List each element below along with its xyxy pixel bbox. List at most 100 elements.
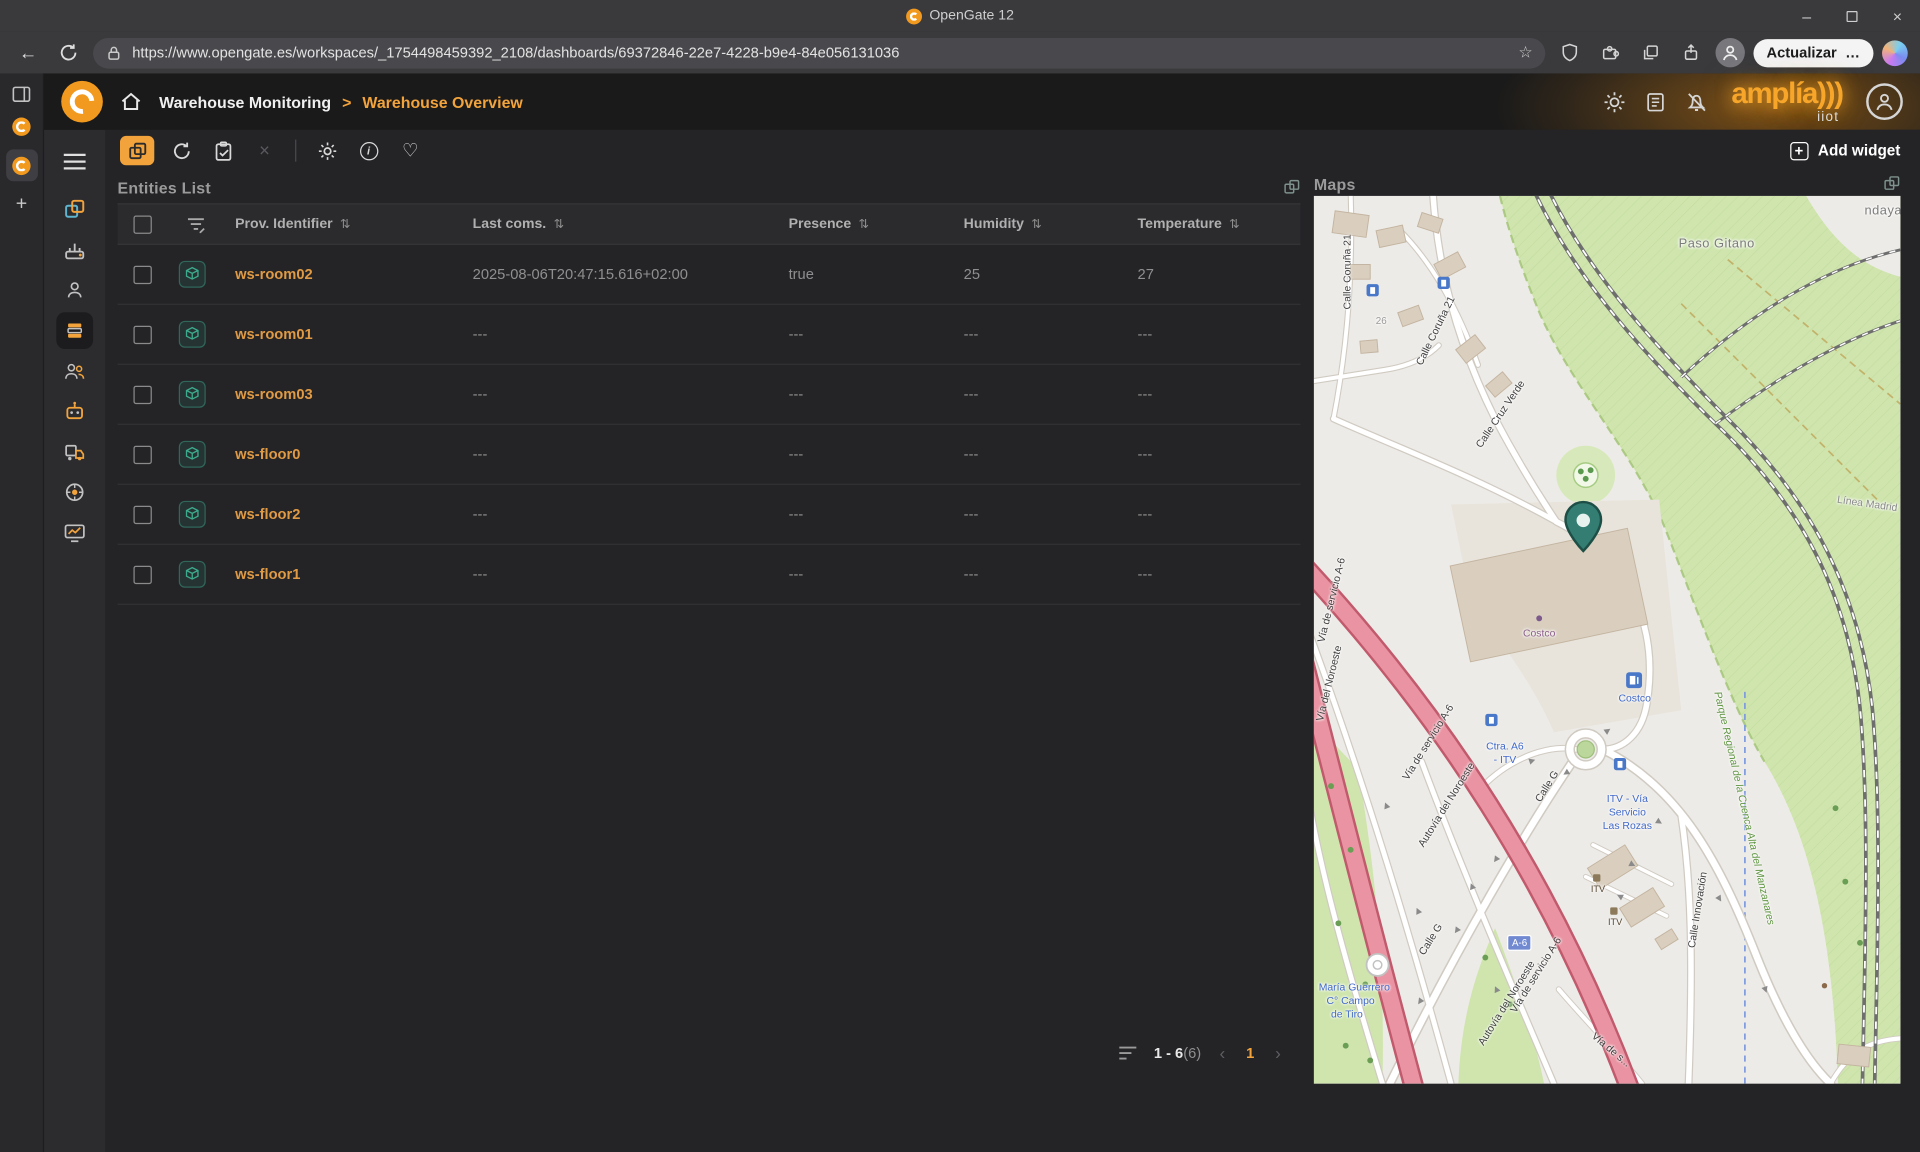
info-icon: i <box>359 141 378 160</box>
favorite-star-icon[interactable]: ☆ <box>1518 43 1532 63</box>
browser-titlebar: OpenGate 12 – × <box>0 0 1920 32</box>
table-row[interactable]: ws-room01 --- --- --- --- <box>117 305 1301 365</box>
sort-icon[interactable]: ⇅ <box>1229 217 1239 230</box>
cell-presence: --- <box>788 325 804 343</box>
person-icon <box>1722 45 1737 61</box>
save-dashboard-button[interactable] <box>208 136 237 165</box>
news-document-icon[interactable] <box>1644 90 1666 113</box>
user-avatar[interactable] <box>1866 83 1903 120</box>
url-text[interactable]: https://www.opengate.es/workspaces/_1754… <box>132 44 1508 61</box>
sort-icon[interactable]: ⇅ <box>1031 217 1041 230</box>
sort-icon[interactable]: ⇅ <box>859 217 869 230</box>
entity-name-link[interactable]: ws-room02 <box>225 266 463 283</box>
reload-button[interactable] <box>53 37 85 69</box>
map-canvas[interactable]: Paso Gitano ndaya Calle Coruña 21 Calle Cor… <box>1313 195 1901 1084</box>
add-widget-button[interactable]: + Add widget <box>1789 141 1900 160</box>
dashboard-toolbar: × i ♡ + Add widget <box>105 130 1920 172</box>
cell-presence: true <box>788 265 814 283</box>
security-shield-icon[interactable] <box>1553 37 1585 69</box>
row-checkbox[interactable] <box>133 445 152 464</box>
display-settings-icon[interactable] <box>1603 90 1626 113</box>
table-row[interactable]: ws-floor2 --- --- --- --- <box>117 485 1301 545</box>
browser-window: OpenGate 12 – × ← https://www.opengate.e… <box>0 0 1920 1152</box>
menu-ellipsis-icon[interactable]: … <box>1845 44 1860 61</box>
sidebar-item-dashboards[interactable] <box>44 189 105 229</box>
amplia-iiot-text: iiot <box>1817 109 1840 125</box>
close-button[interactable]: × <box>1875 0 1920 32</box>
widget-handle-icon[interactable] <box>1283 179 1300 196</box>
sidebar-item-entities[interactable] <box>44 310 105 350</box>
maximize-button[interactable] <box>1829 0 1874 32</box>
table-row[interactable]: ws-room02 2025-08-06T20:47:15.616+02:00 … <box>117 245 1301 305</box>
table-row[interactable]: ws-floor1 --- --- --- --- <box>117 545 1301 605</box>
row-checkbox[interactable] <box>133 505 152 524</box>
sidebar-item-devices[interactable] <box>44 229 105 269</box>
sidebar-item-assets[interactable] <box>44 431 105 471</box>
dashboard-view-button[interactable] <box>120 135 155 166</box>
amplia-logo-text: amplía))) <box>1731 76 1844 110</box>
breadcrumb-workspace[interactable]: Warehouse Monitoring <box>159 92 331 110</box>
current-page[interactable]: 1 <box>1244 1044 1257 1061</box>
entity-icon <box>178 320 206 348</box>
boards-icon <box>128 142 146 159</box>
collections-icon[interactable] <box>1634 37 1666 69</box>
active-tab[interactable] <box>5 149 38 182</box>
rows-list-icon[interactable] <box>1119 1046 1138 1061</box>
site-info-lock-icon[interactable] <box>105 43 122 61</box>
sidebar-item-operations[interactable] <box>44 471 105 511</box>
dashboard-settings-button[interactable] <box>312 136 341 165</box>
notifications-off-bell-icon[interactable] <box>1685 90 1708 113</box>
column-temperature[interactable]: Temperature <box>1138 217 1222 232</box>
sidebar-item-users[interactable] <box>44 269 105 309</box>
browser-update-button[interactable]: Actualizar … <box>1753 38 1874 67</box>
entity-name-link[interactable]: ws-floor1 <box>225 566 463 583</box>
copilot-icon[interactable] <box>1882 39 1908 66</box>
select-all-checkbox[interactable] <box>133 214 152 234</box>
refresh-dashboard-button[interactable] <box>167 136 196 165</box>
browser-profile-avatar[interactable] <box>1715 37 1745 68</box>
menu-hamburger-icon[interactable] <box>44 141 105 181</box>
entity-name-link[interactable]: ws-floor0 <box>225 446 463 463</box>
home-icon[interactable] <box>119 89 143 113</box>
cell-humidity: --- <box>963 385 979 403</box>
next-page-icon[interactable]: › <box>1273 1043 1284 1063</box>
cell-humidity: --- <box>963 565 979 583</box>
widget-title: Maps <box>1313 174 1356 193</box>
sort-icon[interactable]: ⇅ <box>340 217 350 230</box>
extensions-puzzle-icon[interactable] <box>1594 37 1626 69</box>
sidebar-item-groups[interactable] <box>44 350 105 390</box>
row-checkbox[interactable] <box>133 385 152 404</box>
tab-favicon[interactable] <box>12 117 31 136</box>
minimize-button[interactable]: – <box>1784 0 1829 32</box>
row-checkbox[interactable] <box>133 325 152 344</box>
address-bar[interactable]: https://www.opengate.es/workspaces/_1754… <box>93 37 1545 68</box>
sort-icon[interactable]: ⇅ <box>554 217 564 230</box>
favorite-dashboard-button[interactable]: ♡ <box>396 136 425 165</box>
breadcrumb-dashboard[interactable]: Warehouse Overview <box>362 92 522 110</box>
side-panel-icon[interactable] <box>11 84 32 104</box>
entity-name-link[interactable]: ws-floor2 <box>225 506 463 523</box>
new-tab-button[interactable]: + <box>16 194 27 215</box>
share-icon[interactable] <box>1675 37 1707 69</box>
prev-page-icon[interactable]: ‹ <box>1217 1043 1228 1063</box>
widget-handle-icon[interactable] <box>1883 175 1900 192</box>
entity-name-link[interactable]: ws-room03 <box>225 386 463 403</box>
column-humidity[interactable]: Humidity <box>964 217 1024 232</box>
amplia-brand: amplía))) iiot <box>1731 76 1844 125</box>
row-checkbox[interactable] <box>133 265 152 284</box>
filter-icon[interactable] <box>186 215 206 233</box>
cell-last-coms: --- <box>472 565 488 583</box>
column-prov-identifier[interactable]: Prov. Identifier <box>235 217 333 232</box>
toolbar-divider <box>295 139 297 162</box>
column-presence[interactable]: Presence <box>789 217 852 232</box>
back-button[interactable]: ← <box>12 37 44 69</box>
column-last-coms[interactable]: Last coms. <box>473 217 547 232</box>
sidebar-item-monitoring[interactable] <box>44 512 105 552</box>
entity-name-link[interactable]: ws-room01 <box>225 326 463 343</box>
opengate-logo[interactable] <box>61 80 103 123</box>
dashboard-info-button[interactable]: i <box>354 136 383 165</box>
row-checkbox[interactable] <box>133 565 152 584</box>
sidebar-item-bots[interactable] <box>44 391 105 431</box>
table-row[interactable]: ws-room03 --- --- --- --- <box>117 365 1301 425</box>
table-row[interactable]: ws-floor0 --- --- --- --- <box>117 425 1301 485</box>
